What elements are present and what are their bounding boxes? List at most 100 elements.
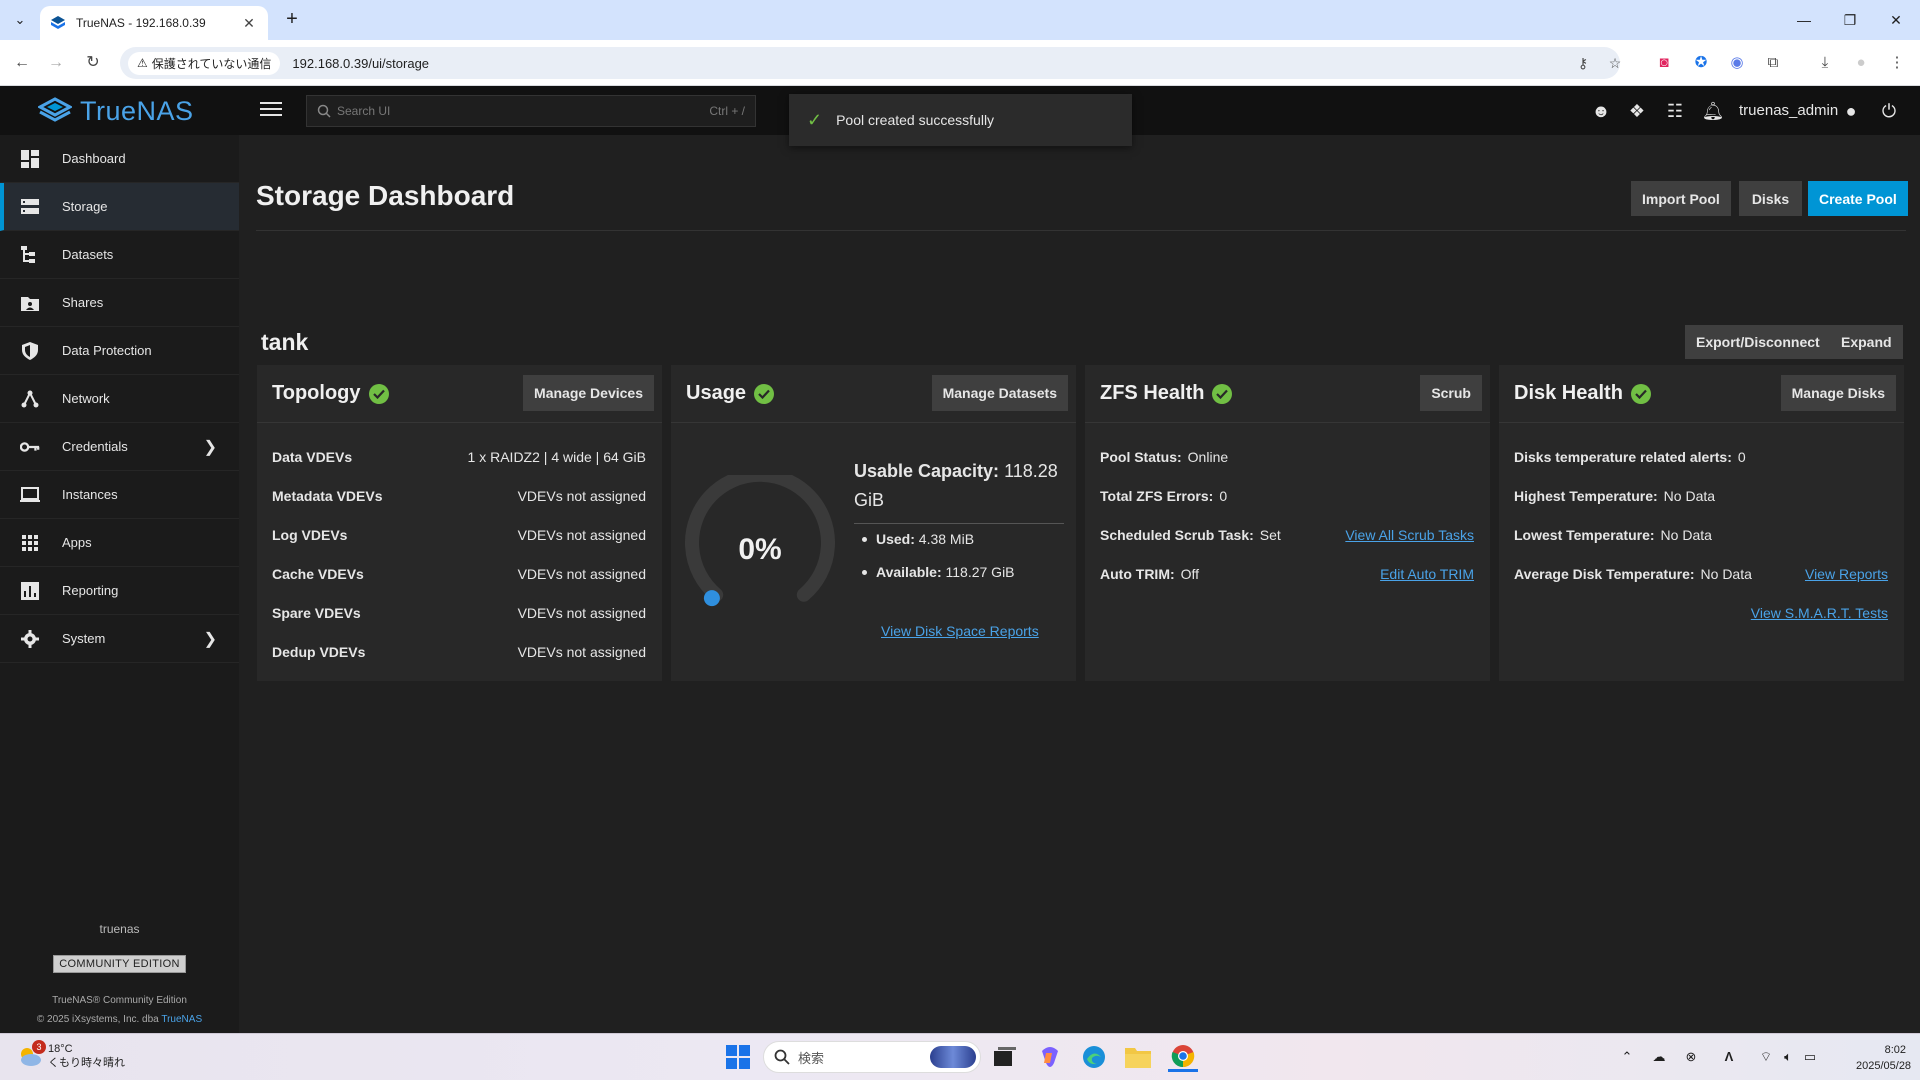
sidebar-item-data-protection[interactable]: Data Protection (0, 327, 239, 375)
windows-start-icon[interactable] (726, 1045, 750, 1069)
manage-devices-button[interactable]: Manage Devices (523, 375, 654, 411)
feedback-smiley-icon[interactable]: ☻ (1588, 98, 1614, 124)
jobs-clipboard-icon[interactable]: ☷ (1662, 98, 1688, 124)
sidebar-item-network[interactable]: Network (0, 375, 239, 423)
download-icon[interactable]: ⤓ (1813, 51, 1837, 75)
extension-icon[interactable]: ✪ (1689, 51, 1713, 75)
sidebar-item-storage[interactable]: Storage (0, 183, 239, 231)
create-pool-button[interactable]: Create Pool (1808, 181, 1908, 216)
manage-datasets-button[interactable]: Manage Datasets (931, 375, 1068, 411)
profile-avatar-icon[interactable]: ● (1849, 51, 1873, 75)
clock-date: 2025/05/28 (1856, 1060, 1912, 1072)
account-circle-icon[interactable]: ● (1838, 98, 1864, 124)
notifications-bell-icon[interactable]: 🔔︎ (1700, 98, 1726, 124)
sidebar-item-datasets[interactable]: Datasets (0, 231, 239, 279)
key-icon (20, 437, 40, 457)
extension-search-icon[interactable]: ◉ (1725, 51, 1749, 75)
row-label: Log VDEVs (272, 527, 348, 543)
tray-app-icon[interactable]: ⊗ (1681, 1046, 1701, 1068)
new-tab-icon[interactable]: + (280, 8, 304, 32)
truenas-link[interactable]: TrueNAS (161, 1014, 202, 1025)
file-explorer-icon[interactable] (1123, 1042, 1153, 1072)
pocket-extension-icon[interactable]: ◙ (1652, 51, 1676, 75)
tab-search-dropdown-icon[interactable]: ⌄ (8, 9, 32, 31)
minimize-icon[interactable]: — (1781, 0, 1827, 40)
browser-menu-icon[interactable]: ⋮ (1885, 51, 1909, 75)
address-bar[interactable]: ⚠ 保護されていない通信 192.168.0.39/ui/storage ⚷ ☆ (120, 47, 1621, 79)
browser-tab[interactable]: TrueNAS - 192.168.0.39 ✕ (40, 6, 268, 40)
sidebar-item-reporting[interactable]: Reporting (0, 567, 239, 615)
weather-widget[interactable]: 3 18°C くもり時々晴れ (18, 1040, 125, 1070)
sidebar-item-shares[interactable]: Shares (0, 279, 239, 327)
view-smart-tests-link[interactable]: View S.M.A.R.T. Tests (1751, 605, 1888, 621)
weather-desc: くもり時々晴れ (48, 1057, 125, 1069)
menu-toggle-icon[interactable] (260, 98, 282, 120)
view-disk-space-reports-link[interactable]: View Disk Space Reports (881, 623, 1039, 639)
wifi-icon[interactable]: ⌔ (1756, 1046, 1776, 1068)
tray-overflow-chevron-icon[interactable]: ⌃ (1617, 1046, 1637, 1068)
edit-auto-trim-link[interactable]: Edit Auto TRIM (1380, 566, 1474, 582)
bookmark-star-icon[interactable]: ☆ (1604, 52, 1626, 74)
extensions-puzzle-icon[interactable]: ⧉ (1761, 51, 1785, 75)
edge-browser-icon[interactable] (1079, 1042, 1109, 1072)
topology-row-cache: Cache VDEVs (272, 566, 370, 582)
windows-taskbar: 3 18°C くもり時々晴れ 検索 ⌃ ☁ ⊗ Λ ⌔ 🔈︎ ▭ 8:02 20… (0, 1033, 1920, 1080)
scrub-button[interactable]: Scrub (1420, 375, 1482, 411)
storage-icon (20, 197, 40, 217)
card-header: Usage Manage Datasets (671, 365, 1076, 423)
search-input[interactable] (337, 104, 710, 118)
truenas-logo[interactable]: TrueNAS (38, 96, 194, 127)
password-key-icon[interactable]: ⚷ (1572, 52, 1594, 74)
forward-icon[interactable]: → (43, 50, 69, 76)
back-icon[interactable]: ← (9, 50, 35, 76)
sidebar-item-system[interactable]: System ❯ (0, 615, 239, 663)
volume-icon[interactable]: 🔈︎ (1778, 1046, 1798, 1068)
sidebar-item-apps[interactable]: Apps (0, 519, 239, 567)
highest-temp-row: Highest Temperature: No Data (1514, 488, 1715, 504)
system-clock[interactable]: 8:02 2025/05/28 (1856, 1042, 1912, 1074)
manage-disks-button[interactable]: Manage Disks (1780, 375, 1896, 411)
tab-close-icon[interactable]: ✕ (240, 15, 258, 32)
topology-row-log: Log VDEVs (272, 527, 353, 543)
url-text[interactable]: 192.168.0.39/ui/storage (292, 56, 429, 71)
chevron-right-icon: ❯ (203, 631, 217, 648)
view-reports-link[interactable]: View Reports (1805, 566, 1888, 582)
security-chip[interactable]: ⚠ 保護されていない通信 (128, 51, 281, 75)
sidebar-item-label: Instances (62, 487, 118, 502)
sidebar-item-credentials[interactable]: Credentials ❯ (0, 423, 239, 471)
row-label: Data VDEVs (272, 449, 353, 465)
expand-button[interactable]: Expand (1830, 325, 1903, 359)
weather-temp: 18°C (48, 1043, 73, 1055)
restore-icon[interactable]: ❐ (1827, 0, 1873, 40)
battery-icon[interactable]: ▭ (1800, 1046, 1820, 1068)
task-view-icon[interactable] (990, 1042, 1020, 1072)
ime-icon[interactable]: Λ (1719, 1046, 1739, 1068)
hostname: truenas (99, 922, 140, 936)
taskbar-search[interactable]: 検索 (763, 1041, 981, 1073)
sidebar-item-instances[interactable]: Instances (0, 471, 239, 519)
search-highlight-image (930, 1046, 976, 1068)
onedrive-cloud-icon[interactable]: ☁ (1649, 1046, 1669, 1068)
sidebar-item-dashboard[interactable]: Dashboard (0, 135, 239, 183)
row-value: No Data (1660, 527, 1712, 543)
sidebar-item-label: Shares (62, 295, 104, 310)
reload-icon[interactable]: ↻ (80, 50, 106, 76)
username[interactable]: truenas_admin (1739, 102, 1838, 119)
chevron-right-icon: ❯ (203, 439, 217, 456)
row-label: Spare VDEVs (272, 605, 361, 621)
row-label: Lowest Temperature: (1514, 527, 1655, 543)
view-all-scrub-tasks-link[interactable]: View All Scrub Tasks (1345, 527, 1474, 543)
truecommand-icon[interactable]: ❖ (1624, 98, 1650, 124)
import-pool-button[interactable]: Import Pool (1631, 181, 1731, 216)
power-icon[interactable]: ⏻ (1876, 98, 1902, 124)
export-disconnect-button[interactable]: Export/Disconnect (1685, 325, 1831, 359)
sidebar: Dashboard Storage Datasets Shares Data P… (0, 135, 239, 1033)
row-value: No Data (1700, 566, 1752, 582)
copilot-icon[interactable] (1035, 1042, 1065, 1072)
zfs-health-card: ZFS Health Scrub Pool Status: Online Tota… (1085, 365, 1490, 681)
disks-button[interactable]: Disks (1739, 181, 1802, 216)
chrome-icon[interactable] (1168, 1042, 1198, 1072)
gear-icon (20, 629, 40, 649)
search-ui-box[interactable]: Ctrl + / (306, 95, 756, 127)
window-close-icon[interactable]: ✕ (1873, 0, 1919, 40)
